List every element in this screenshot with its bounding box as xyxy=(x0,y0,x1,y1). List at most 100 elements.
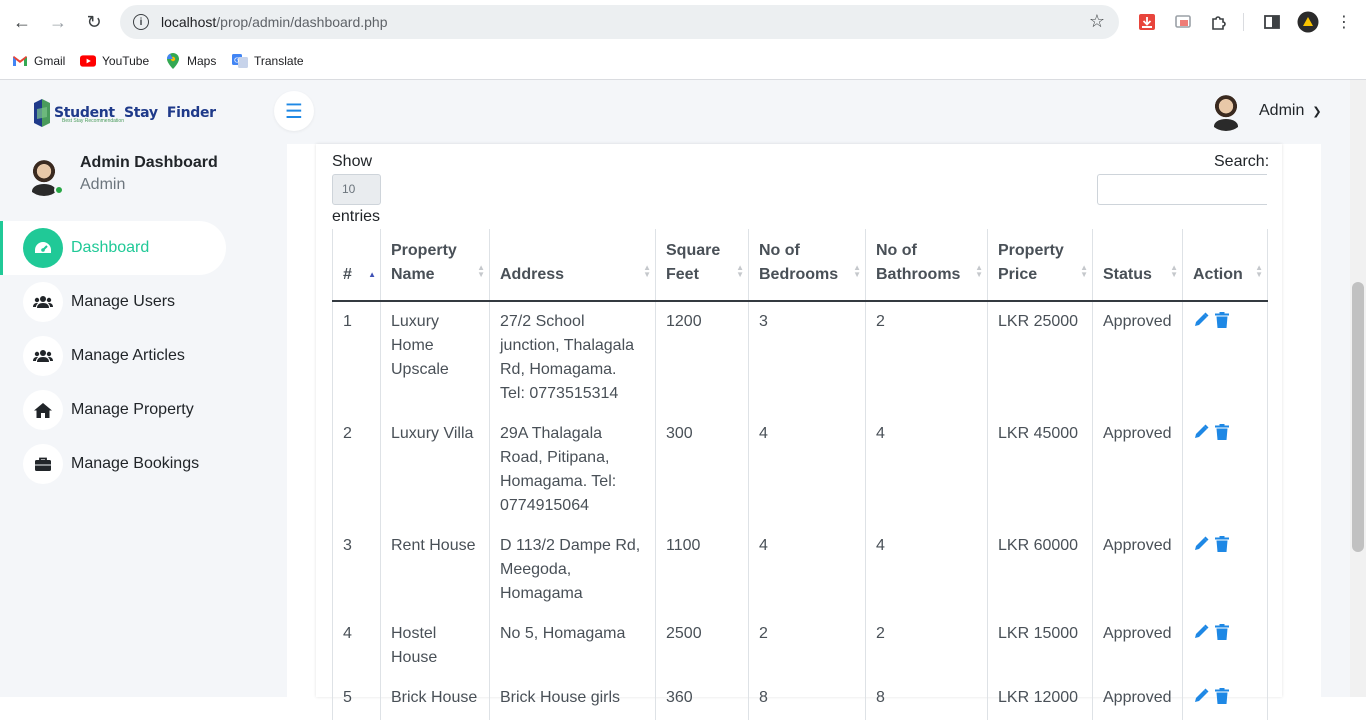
sidebar-item-dashboard[interactable]: Dashboard xyxy=(0,221,226,275)
sidebar-item-label: Manage Articles xyxy=(71,347,185,364)
cell-property-name: Luxury Home Upscale xyxy=(380,301,490,414)
cell-action xyxy=(1182,614,1268,678)
download-extension-icon[interactable] xyxy=(1137,12,1157,32)
bookmarks-bar: Gmail YouTube Maps G Translate xyxy=(0,44,1366,80)
column-header-square-feet[interactable]: Square Feet ▲ ▼ xyxy=(655,229,749,302)
bookmark-maps[interactable]: Maps xyxy=(165,52,216,70)
users-icon xyxy=(23,336,63,376)
translate-icon: G xyxy=(232,54,248,68)
cell-address: 29A Thalagala Road, Pitipana, Homagama. … xyxy=(489,414,656,526)
cell-action xyxy=(1182,301,1268,414)
cast-extension-icon[interactable] xyxy=(1173,12,1193,32)
delete-trash-icon[interactable] xyxy=(1215,424,1229,448)
cell-number: 4 xyxy=(332,614,381,678)
sidebar-item-manage-property[interactable]: Manage Property xyxy=(0,383,226,437)
user-menu[interactable]: Admin ❯ xyxy=(1206,90,1322,132)
cell-property-name: Luxury Villa xyxy=(380,414,490,526)
sidebar-item-manage-bookings[interactable]: Manage Bookings xyxy=(0,437,226,491)
search-input[interactable] xyxy=(1097,174,1267,205)
cell-action xyxy=(1182,414,1268,526)
logo-tagline: Best Stay Recommendation xyxy=(62,118,124,124)
address-bar[interactable]: i localhost/prop/admin/dashboard.php ☆ xyxy=(120,5,1119,39)
scrollbar-thumb[interactable] xyxy=(1352,282,1364,552)
side-panel-icon[interactable] xyxy=(1262,12,1282,32)
sort-icon: ▲ ▼ xyxy=(736,263,744,279)
profile-avatar-icon[interactable] xyxy=(1297,11,1319,33)
delete-trash-icon[interactable] xyxy=(1215,312,1229,336)
show-label: Show xyxy=(332,153,373,170)
cell-bedrooms: 8 xyxy=(748,678,866,720)
cell-price: LKR 60000 xyxy=(987,526,1093,614)
cell-price: LKR 15000 xyxy=(987,614,1093,678)
kebab-menu-icon[interactable]: ⋮ xyxy=(1332,10,1356,34)
bookmark-label: YouTube xyxy=(102,54,150,68)
row-actions xyxy=(1193,422,1257,448)
sidebar-item-manage-users[interactable]: Manage Users xyxy=(0,275,226,329)
entries-length-select[interactable]: 10 xyxy=(332,174,381,205)
column-header-bathrooms[interactable]: No of Bathrooms ▲ ▼ xyxy=(865,229,988,302)
profile-role: Admin xyxy=(80,176,126,193)
edit-pencil-icon[interactable] xyxy=(1193,688,1209,712)
cell-price: LKR 45000 xyxy=(987,414,1093,526)
column-header-label: No of Bedrooms xyxy=(759,242,839,283)
forward-arrow-icon[interactable]: → xyxy=(46,10,70,34)
column-header-status[interactable]: Status ▲ ▼ xyxy=(1092,229,1183,302)
sort-asc-icon: ▲ xyxy=(368,270,376,279)
table-row: 5 Brick House Brick House girls 360 8 8 LKR 12… xyxy=(332,678,1268,720)
sidebar-toggle-button[interactable]: ☰ xyxy=(274,91,314,131)
url-path: /prop/admin/dashboard.php xyxy=(216,14,388,30)
column-header-label: Status xyxy=(1103,266,1152,283)
row-actions xyxy=(1193,534,1257,560)
bookmark-youtube[interactable]: YouTube xyxy=(80,52,149,70)
delete-trash-icon[interactable] xyxy=(1215,536,1229,560)
column-header-address[interactable]: Address ▲ ▼ xyxy=(489,229,656,302)
edit-pencil-icon[interactable] xyxy=(1193,312,1209,336)
maps-pin-icon xyxy=(165,53,181,69)
cell-square-feet: 1200 xyxy=(655,301,749,414)
sort-icon: ▲ ▼ xyxy=(853,263,861,279)
toolbar-divider xyxy=(1243,13,1244,31)
column-header-number[interactable]: # ▲ xyxy=(332,229,381,302)
edit-pencil-icon[interactable] xyxy=(1193,424,1209,448)
column-header-bedrooms[interactable]: No of Bedrooms ▲ ▼ xyxy=(748,229,866,302)
cell-bathrooms: 4 xyxy=(865,526,988,614)
tachometer-icon xyxy=(23,228,63,268)
youtube-icon xyxy=(80,54,96,68)
cell-status: Approved xyxy=(1092,614,1183,678)
cell-square-feet: 360 xyxy=(655,678,749,720)
column-header-price[interactable]: Property Price ▲ ▼ xyxy=(987,229,1093,302)
bookmark-translate[interactable]: G Translate xyxy=(232,52,304,70)
column-header-label: Property Name xyxy=(391,242,457,283)
column-header-property-name[interactable]: Property Name ▲ ▼ xyxy=(380,229,490,302)
cell-bathrooms: 2 xyxy=(865,301,988,414)
reload-icon[interactable]: ↻ xyxy=(82,10,106,34)
bookmark-star-icon[interactable]: ☆ xyxy=(1089,11,1105,32)
sidebar-item-manage-articles[interactable]: Manage Articles xyxy=(0,329,226,383)
edit-pencil-icon[interactable] xyxy=(1193,536,1209,560)
sort-icon: ▲ ▼ xyxy=(1170,263,1178,279)
site-logo[interactable]: Student Stay Finder xyxy=(32,96,216,130)
avatar xyxy=(1206,91,1246,131)
briefcase-icon xyxy=(23,444,63,484)
back-arrow-icon[interactable]: ← xyxy=(10,10,34,34)
cell-bathrooms: 4 xyxy=(865,414,988,526)
column-header-label: Property Price xyxy=(998,242,1064,283)
cell-square-feet: 2500 xyxy=(655,614,749,678)
table-row: 3 Rent House D 113/2 Dampe Rd, Meegoda, Ho… xyxy=(332,526,1268,614)
column-header-label: Action xyxy=(1193,266,1243,283)
chevron-down-icon: ❯ xyxy=(1312,105,1322,118)
hamburger-icon: ☰ xyxy=(285,100,303,123)
edit-pencil-icon[interactable] xyxy=(1193,624,1209,648)
delete-trash-icon[interactable] xyxy=(1215,688,1229,712)
bookmark-label: Maps xyxy=(187,54,217,68)
sidebar-item-label: Dashboard xyxy=(71,239,150,256)
extensions-puzzle-icon[interactable] xyxy=(1209,12,1229,32)
cell-status: Approved xyxy=(1092,301,1183,414)
cell-status: Approved xyxy=(1092,414,1183,526)
bookmark-gmail[interactable]: Gmail xyxy=(12,52,65,70)
site-info-icon[interactable]: i xyxy=(133,14,149,30)
delete-trash-icon[interactable] xyxy=(1215,624,1229,648)
cell-address: No 5, Homagama xyxy=(489,614,656,678)
column-header-action[interactable]: Action ▲ ▼ xyxy=(1182,229,1268,302)
browser-toolbar: ← → ↻ i localhost/prop/admin/dashboard.p… xyxy=(0,0,1366,44)
